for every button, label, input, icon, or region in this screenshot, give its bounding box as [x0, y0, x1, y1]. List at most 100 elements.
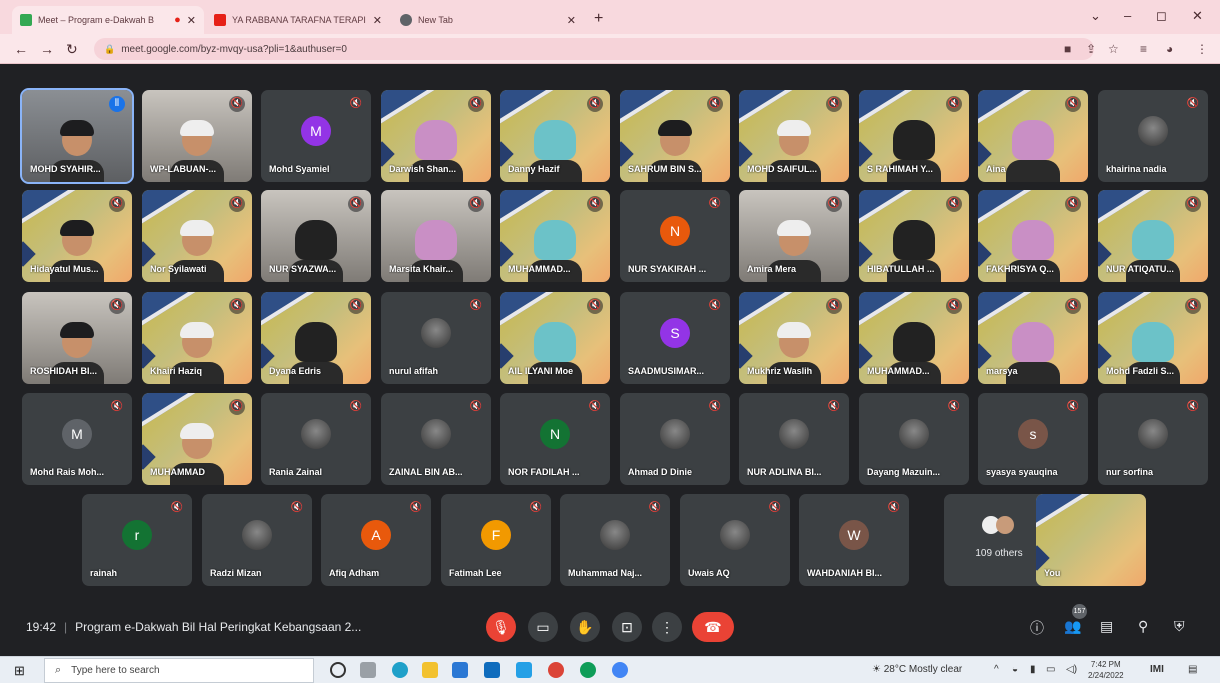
chrome-icon[interactable] [548, 662, 564, 678]
people-icon[interactable]: 👥 [1064, 618, 1081, 635]
maximize-icon[interactable]: ◻ [1156, 8, 1167, 24]
chrome-profile-icon[interactable] [580, 662, 596, 678]
raise-hand-button[interactable]: ✋ [570, 612, 600, 642]
participant-tile[interactable]: S 🔇 SAADMUSIMAR... [620, 292, 730, 384]
url-field[interactable]: 🔒 meet.google.com/byz-mvqy-usa?pli=1&aut… [94, 38, 1094, 60]
participant-tile[interactable]: 🔇 NUR ADLINA BI... [739, 393, 849, 485]
mic-off-button[interactable]: 🎙 [486, 612, 516, 642]
menu-icon[interactable]: ⋮ [1196, 42, 1208, 56]
participant-tile[interactable]: 🔇 Marsita Khair... [381, 190, 491, 282]
windows-start-icon[interactable]: ⊞ [14, 663, 25, 679]
forward-icon[interactable]: → [40, 41, 54, 57]
participant-tile[interactable]: r 🔇 rainah [82, 494, 192, 586]
participant-tile[interactable]: 🔇 Nor Syilawati [142, 190, 252, 282]
camera-button[interactable]: ▭ [528, 612, 558, 642]
new-tab-button[interactable]: + [594, 10, 603, 28]
leave-call-button[interactable]: ☎ [692, 612, 734, 642]
taskbar-clock[interactable]: 7:42 PM 2/24/2022 [1088, 659, 1124, 681]
volume-icon[interactable]: ◁) [1066, 664, 1077, 675]
participant-tile[interactable]: 🔇 Hidayatul Mus... [22, 190, 132, 282]
participant-tile[interactable]: 🔇 Mohd Fadzli S... [1098, 292, 1208, 384]
participant-tile[interactable]: 🔇 NUR ATIQATU... [1098, 190, 1208, 282]
activities-icon[interactable]: ⚲ [1138, 618, 1148, 635]
reload-icon[interactable]: ↻ [66, 41, 78, 58]
camera-indicator-icon[interactable]: ■ [1064, 42, 1071, 56]
participant-tile[interactable]: 🔇 ZAINAL BIN AB... [381, 393, 491, 485]
window-close-icon[interactable]: ✕ [1192, 8, 1203, 24]
participant-tile[interactable]: 🔇 Darwish Shan... [381, 90, 491, 182]
participant-tile[interactable]: ⦀ MOHD SYAHIR... [20, 88, 134, 184]
participant-tile[interactable]: 🔇 HIBATULLAH ... [859, 190, 969, 282]
participant-tile[interactable]: 🔇 AIL ILYANI Moe [500, 292, 610, 384]
mic-tray-icon[interactable]: ▮ [1030, 664, 1036, 675]
bookmark-star-icon[interactable]: ☆ [1108, 42, 1119, 56]
participant-tile[interactable]: 🔇 FAKHRISYA Q... [978, 190, 1088, 282]
participant-tile[interactable]: N 🔇 NUR SYAKIRAH ... [620, 190, 730, 282]
participant-tile[interactable]: M 🔇 Mohd Rais Moh... [22, 393, 132, 485]
participant-tile[interactable]: N 🔇 NOR FADILAH ... [500, 393, 610, 485]
self-view-tile[interactable]: You [1036, 494, 1146, 586]
participant-tile[interactable]: 🔇 Danny Hazif [500, 90, 610, 182]
battery-icon[interactable]: ▭ [1046, 664, 1055, 675]
reading-list-icon[interactable]: ≡ [1140, 42, 1147, 56]
participant-tile[interactable]: 🔇 MOHD SAIFUL... [739, 90, 849, 182]
close-icon[interactable]: ✕ [567, 14, 576, 27]
participant-tile[interactable]: 🔇 WP-LABUAN-... [142, 90, 252, 182]
store-icon[interactable] [452, 662, 468, 678]
tray-chevron-icon[interactable]: ^ [994, 664, 999, 675]
participant-tile[interactable]: A 🔇 Afiq Adham [321, 494, 431, 586]
participant-tile[interactable]: 🔇 marsya [978, 292, 1088, 384]
app-icon[interactable] [516, 662, 532, 678]
participant-tile[interactable]: 🔇 Ahmad D Dinie [620, 393, 730, 485]
participant-tile[interactable]: 🔇 S RAHIMAH Y... [859, 90, 969, 182]
participant-tile[interactable]: 🔇 Aina [978, 90, 1088, 182]
participant-tile[interactable]: 🔇 Rania Zainal [261, 393, 371, 485]
language-icon[interactable]: IMI [1150, 664, 1164, 675]
participant-tile[interactable]: M 🔇 Mohd Syamiel [261, 90, 371, 182]
participant-tile[interactable]: F 🔇 Fatimah Lee [441, 494, 551, 586]
close-icon[interactable]: ✕ [373, 14, 382, 27]
participant-tile[interactable]: 🔇 SAHRUM BIN S... [620, 90, 730, 182]
profile-avatar-icon[interactable]: ◕ [1166, 42, 1173, 56]
minimize-icon[interactable]: – [1124, 8, 1131, 23]
taskbar-search[interactable]: ⌕ Type here to search [44, 658, 314, 683]
chat-icon[interactable]: ▤ [1100, 618, 1113, 635]
present-button[interactable]: ⊡ [612, 612, 642, 642]
more-options-button[interactable]: ⋮ [652, 612, 682, 642]
participant-tile[interactable]: 🔇 nur sorfina [1098, 393, 1208, 485]
back-icon[interactable]: ← [14, 41, 28, 57]
participant-tile[interactable]: 🔇 Dyana Edris [261, 292, 371, 384]
edge-icon[interactable] [392, 662, 408, 678]
task-view-icon[interactable] [360, 662, 376, 678]
share-icon[interactable]: ⇪ [1086, 42, 1096, 56]
participant-tile[interactable]: W 🔇 WAHDANIAH BI... [799, 494, 909, 586]
meeting-info-icon[interactable]: ⓘ [1030, 618, 1044, 638]
participant-tile[interactable]: s 🔇 syasya syauqina [978, 393, 1088, 485]
mail-icon[interactable] [484, 662, 500, 678]
participant-tile[interactable]: 🔇 Dayang Mazuin... [859, 393, 969, 485]
cortana-icon[interactable] [330, 662, 346, 678]
weather-widget[interactable]: ☀ 28°C Mostly clear [872, 664, 962, 675]
participant-tile[interactable]: 🔇 MUHAMMAD... [500, 190, 610, 282]
participant-tile[interactable]: 🔇 NUR SYAZWA... [261, 190, 371, 282]
participant-tile[interactable]: 🔇 nurul afifah [381, 292, 491, 384]
chrome-meet-icon[interactable] [612, 662, 628, 678]
participant-tile[interactable]: 🔇 Khairi Haziq [142, 292, 252, 384]
participant-tile[interactable]: 🔇 khairina nadia [1098, 90, 1208, 182]
tab-search-icon[interactable]: ⌄ [1090, 8, 1101, 24]
tab-new-tab[interactable]: New Tab ✕ [392, 6, 584, 34]
network-icon[interactable]: ◒ [1012, 664, 1018, 675]
close-icon[interactable]: ✕ [187, 14, 196, 27]
participant-tile[interactable]: 🔇 Mukhriz Waslih [739, 292, 849, 384]
tab-meet[interactable]: Meet – Program e-Dakwah B ● ✕ [12, 6, 204, 34]
notifications-icon[interactable]: ▤ [1188, 664, 1197, 675]
participant-tile[interactable]: 🔇 ROSHIDAH BI... [22, 292, 132, 384]
participant-tile[interactable]: 🔇 Radzi Mizan [202, 494, 312, 586]
participant-tile[interactable]: 🔇 MUHAMMAD [142, 393, 252, 485]
file-explorer-icon[interactable] [422, 662, 438, 678]
participant-tile[interactable]: 🔇 MUHAMMAD... [859, 292, 969, 384]
participant-tile[interactable]: 🔇 Muhammad Naj... [560, 494, 670, 586]
host-controls-icon[interactable]: ⛨ [1174, 618, 1185, 635]
participant-tile[interactable]: 🔇 Uwais AQ [680, 494, 790, 586]
tab-youtube[interactable]: YA RABBANA TARAFNA TERAPI ✕ [206, 6, 390, 34]
